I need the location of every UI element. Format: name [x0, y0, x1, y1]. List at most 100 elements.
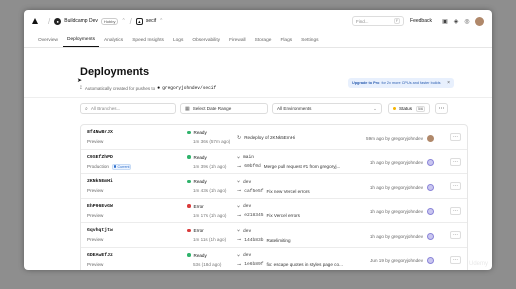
status-text: Error [193, 228, 204, 233]
team-name[interactable]: Buildcamp Dev [64, 18, 98, 24]
branch-label[interactable]: ⑂ dev [237, 179, 251, 185]
tab-settings[interactable]: Settings [297, 38, 322, 47]
deployment-row[interactable]: Gqvhqtjtw Preview Error 1m 11s (1h ago) … [81, 223, 467, 248]
build-duration: 1m 36s (57m ago) [193, 139, 231, 144]
project-switcher-chevron-icon[interactable]: ⌃ [159, 18, 163, 24]
upgrade-banner[interactable]: Upgrade to Pro for 2x more CPUs and fast… [348, 78, 454, 88]
deployment-environment: Preview [87, 262, 103, 267]
browser-window: / ● Buildcamp Dev Hobby ⌃ / ▲ secif ⌃ Fi… [24, 10, 492, 270]
tab-overview[interactable]: Overview [34, 38, 62, 47]
repo-link[interactable]: gregoryjohndev/secif [162, 86, 216, 91]
author-avatar [427, 183, 434, 191]
upgrade-link[interactable]: Upgrade to Pro [352, 81, 379, 85]
branch-label[interactable]: ⑂ dev [237, 204, 251, 210]
chevron-down-icon: ⌄ [373, 105, 377, 111]
commit-info[interactable]: ⊸ e218345 Fix Vercel errors [237, 213, 300, 219]
deployment-row[interactable]: GDEAwEfJz Preview Ready 53s (18d ago) ⑂ … [81, 248, 467, 271]
author-avatar [427, 257, 434, 264]
deployment-id[interactable]: 8f4NwBrJX [87, 130, 113, 135]
page-header: Deployments ⟟ Automatically created for … [24, 48, 492, 98]
deployment-id[interactable]: Gqvhqtjtw [87, 228, 113, 233]
deployment-row[interactable]: EhP96EvGW Preview Error 1m 17s (1h ago) … [81, 199, 467, 223]
commit-message: Redeploy of 2KNk5EmHi [244, 135, 296, 140]
deployed-by: 1h ago by gregoryjohndev [369, 160, 423, 165]
tab-firewall[interactable]: Firewall [225, 38, 250, 47]
row-menu-button[interactable]: ⋯ [450, 255, 461, 264]
deployment-environment: Preview [87, 188, 103, 193]
row-menu-button[interactable]: ⋯ [450, 206, 461, 215]
commit-icon: ⊸ [237, 163, 242, 170]
current-dot-icon [113, 165, 117, 168]
user-avatar[interactable] [475, 16, 484, 26]
github-icon: ● [157, 85, 161, 91]
author-avatar [427, 159, 434, 166]
build-duration: 1m 43s (1h ago) [193, 188, 227, 193]
commit-hash: e218345 [244, 213, 264, 218]
tab-analytics[interactable]: Analytics [100, 38, 127, 47]
deployment-time: 1h ago by gregoryjohndev [370, 159, 434, 166]
branch-name: dev [243, 204, 252, 209]
branch-name: dev [243, 179, 252, 185]
more-options-button[interactable]: ⋯ [435, 103, 449, 114]
build-duration: 1m 39s (1h ago) [193, 163, 227, 169]
separator: / [129, 16, 132, 26]
deployment-row[interactable]: C9SEfZhPD Production Current Ready 1m 39s… [81, 150, 467, 174]
build-duration: 1m 11s (1h ago) [193, 237, 227, 242]
notifications-icon[interactable]: ▣ [441, 17, 449, 25]
tab-speed-insights[interactable]: Speed Insights [128, 38, 168, 47]
branch-icon: ⑂ [237, 179, 241, 185]
row-menu-button[interactable]: ⋯ [450, 157, 461, 166]
branch-search-placeholder: All Branches... [90, 106, 121, 111]
branch-name: main [243, 155, 255, 160]
deployment-id[interactable]: 2KNk5EmHi [87, 179, 113, 184]
deployment-time: Jun 19 by gregoryjohndev [370, 257, 434, 264]
tab-observability[interactable]: Observability [188, 38, 224, 47]
tab-flags[interactable]: Flags [276, 38, 296, 47]
commit-info[interactable]: ⊸ caf5e5f Fix new Vercel errors [237, 188, 310, 194]
help-icon[interactable]: ◎ [463, 17, 471, 25]
project-icon: ▲ [135, 17, 143, 25]
commit-info[interactable]: ⊸ 60bf0d Merge pull request #1 from greg… [237, 164, 340, 170]
deployment-id[interactable]: C9SEfZhPD [87, 155, 113, 160]
row-menu-button[interactable]: ⋯ [450, 231, 461, 239]
deployment-row[interactable]: 8f4NwBrJX Preview Ready 1m 36s (57m ago)… [81, 125, 467, 150]
commit-info[interactable]: ⊸ 1e6b89f fix: escape quotes in styles p… [237, 262, 343, 268]
branch-search-input[interactable]: ⌕ All Branches... [80, 103, 176, 114]
status-dot-icon [393, 107, 396, 110]
branch-label[interactable]: ⑂ dev [237, 228, 251, 234]
status-dot-icon [187, 253, 191, 257]
branch-label[interactable]: ⑂ dev [237, 253, 251, 259]
find-input[interactable]: Find... F [352, 16, 405, 26]
feedback-button[interactable]: Feedback [410, 18, 432, 24]
deployed-by: 1h ago by gregoryjohndev [369, 233, 423, 239]
row-menu-button[interactable]: ⋯ [450, 182, 461, 190]
deployment-id[interactable]: GDEAwEfJz [87, 253, 113, 258]
redeploy-icon: ↻ [237, 134, 242, 141]
mouse-cursor-icon: ➤ [77, 78, 83, 84]
branch-label[interactable]: ⑂ main [237, 155, 254, 161]
commit-info[interactable]: ⊸ 144b83b Ratelimiting [237, 237, 291, 243]
row-menu-button[interactable]: ⋯ [450, 133, 461, 141]
deployment-row[interactable]: 2KNk5EmHi Preview Ready 1m 43s (1h ago) … [81, 174, 467, 199]
date-range-picker[interactable]: ▦ Select Date Range [180, 103, 268, 114]
vercel-logo-icon[interactable] [32, 18, 38, 24]
deployment-id[interactable]: EhP96EvGW [87, 204, 113, 209]
environment-select[interactable]: All Environments ⌄ [272, 103, 382, 114]
tab-logs[interactable]: Logs [169, 38, 187, 47]
branch-icon: ⟟ [80, 85, 82, 91]
project-name[interactable]: secif [146, 18, 156, 24]
docs-icon[interactable]: ◈ [452, 17, 460, 25]
status-dot-icon [187, 155, 191, 159]
date-range-label: Select Date Range [192, 106, 232, 111]
tab-storage[interactable]: Storage [251, 38, 276, 47]
status-filter-button[interactable]: Status 5/6 [388, 103, 431, 114]
commit-message: fix: escape quotes in styles page co... [266, 262, 343, 267]
status-filter-label: Status [399, 106, 413, 111]
tab-deployments[interactable]: Deployments [63, 37, 99, 47]
find-placeholder: Find... [356, 18, 369, 24]
status-dot-icon [187, 179, 191, 184]
deployment-time: 1h ago by gregoryjohndev [370, 208, 434, 215]
close-icon[interactable]: × [447, 80, 450, 86]
current-label: Current [117, 164, 130, 169]
team-switcher-chevron-icon[interactable]: ⌃ [121, 18, 125, 24]
